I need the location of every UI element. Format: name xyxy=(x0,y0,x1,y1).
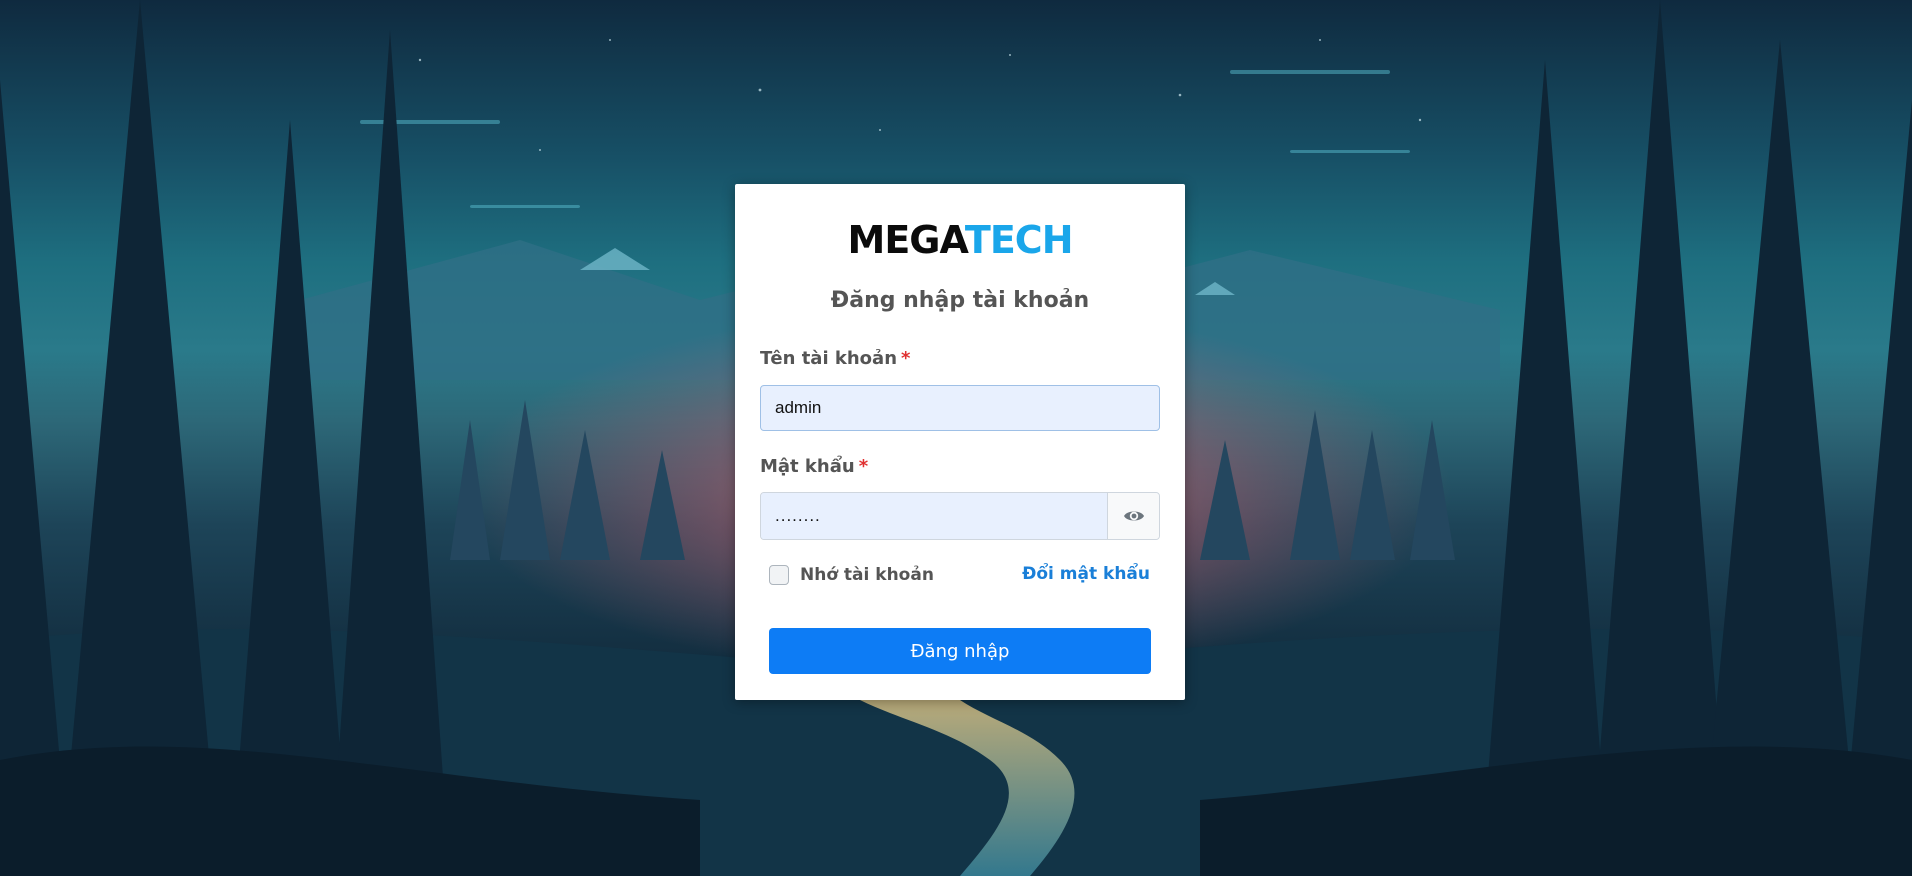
password-field-group xyxy=(760,492,1160,540)
username-input[interactable] xyxy=(760,385,1160,431)
show-password-button[interactable] xyxy=(1107,493,1159,539)
remember-me: Nhớ tài khoản xyxy=(769,563,934,587)
password-label: Mật khẩu * xyxy=(760,456,868,477)
password-input[interactable] xyxy=(761,493,1109,539)
login-button[interactable]: Đăng nhập xyxy=(769,628,1151,674)
required-mark: * xyxy=(901,348,911,369)
page-title: Đăng nhập tài khoản xyxy=(830,288,1090,313)
username-label: Tên tài khoản * xyxy=(760,348,910,369)
login-card: MEGATECH Đăng nhập tài khoản Tên tài kho… xyxy=(735,184,1185,700)
brand-logo: MEGATECH xyxy=(735,218,1185,262)
change-password-link[interactable]: Đổi mật khẩu xyxy=(1022,564,1150,584)
brand-logo-part1: MEGA xyxy=(847,218,966,262)
username-label-text: Tên tài khoản xyxy=(760,348,898,369)
password-label-text: Mật khẩu xyxy=(760,456,855,477)
eye-icon xyxy=(1123,511,1144,521)
remember-checkbox[interactable] xyxy=(769,565,789,585)
required-mark: * xyxy=(858,456,869,477)
brand-logo-part2: TECH xyxy=(964,218,1074,262)
remember-label[interactable]: Nhớ tài khoản xyxy=(800,565,934,585)
